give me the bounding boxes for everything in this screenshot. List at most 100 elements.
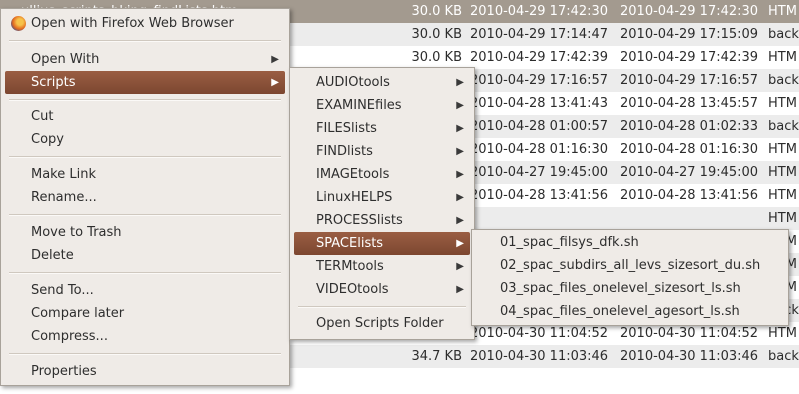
menu-properties[interactable]: Properties bbox=[5, 360, 285, 383]
firefox-icon bbox=[11, 16, 26, 31]
file-accessed: 2010-04-28 01:16:30 bbox=[620, 142, 759, 157]
spacelists-submenu: 01_spac_filsys_dfk.sh 02_spac_subdirs_al… bbox=[471, 229, 789, 326]
menu-findlists[interactable]: FINDlists ▶ bbox=[294, 140, 470, 163]
submenu-arrow-icon: ▶ bbox=[456, 146, 464, 157]
file-type: HTM bbox=[768, 4, 797, 19]
file-type: HTM bbox=[768, 96, 797, 111]
menu-fileslists[interactable]: FILESlists ▶ bbox=[294, 117, 470, 140]
file-modified: 2010-04-28 13:41:43 bbox=[470, 96, 609, 111]
menu-script-04[interactable]: 04_spac_files_onelevel_agesort_ls.sh bbox=[476, 300, 784, 323]
file-accessed: 2010-04-28 01:02:33 bbox=[620, 119, 759, 134]
file-size: 30.0 KB bbox=[411, 27, 462, 42]
file-type: HTM bbox=[768, 211, 797, 226]
menu-separator bbox=[9, 99, 281, 101]
file-accessed: 2010-04-29 17:42:30 bbox=[620, 4, 759, 19]
menu-label: IMAGEtools bbox=[316, 167, 390, 182]
menu-rename[interactable]: Rename... bbox=[5, 186, 285, 209]
submenu-arrow-icon: ▶ bbox=[456, 100, 464, 111]
submenu-arrow-icon: ▶ bbox=[456, 77, 464, 88]
menu-separator bbox=[9, 272, 281, 274]
menu-delete[interactable]: Delete bbox=[5, 244, 285, 267]
file-size: 34.7 KB bbox=[411, 349, 462, 364]
context-menu: Open with Firefox Web Browser Open With … bbox=[0, 8, 290, 386]
menu-label: Delete bbox=[31, 248, 74, 263]
file-type: back bbox=[768, 27, 799, 42]
submenu-arrow-icon: ▶ bbox=[456, 169, 464, 180]
file-accessed bbox=[620, 207, 765, 230]
file-modified: 2010-04-27 19:45:00 bbox=[470, 165, 609, 180]
file-modified: 2010-04-30 11:03:46 bbox=[470, 349, 609, 364]
file-accessed: 2010-04-29 17:15:09 bbox=[620, 27, 759, 42]
submenu-arrow-icon: ▶ bbox=[456, 261, 464, 272]
menu-make-link[interactable]: Make Link bbox=[5, 163, 285, 186]
menu-label: Compare later bbox=[31, 306, 125, 321]
menu-label: PROCESSlists bbox=[316, 213, 403, 228]
menu-videotools[interactable]: VIDEOtools ▶ bbox=[294, 278, 470, 301]
menu-examinefiles[interactable]: EXAMINEfiles ▶ bbox=[294, 94, 470, 117]
menu-label: AUDIOtools bbox=[316, 75, 390, 90]
file-accessed: 2010-04-29 17:16:57 bbox=[620, 73, 759, 88]
file-modified bbox=[470, 207, 615, 230]
menu-label: TERMtools bbox=[316, 259, 384, 274]
file-accessed: 2010-04-28 13:41:56 bbox=[620, 188, 759, 203]
menu-send-to[interactable]: Send To... bbox=[5, 279, 285, 302]
menu-move-to-trash[interactable]: Move to Trash bbox=[5, 221, 285, 244]
menu-open-with[interactable]: Open With ▶ bbox=[5, 48, 285, 71]
menu-label: Open with Firefox Web Browser bbox=[31, 16, 234, 31]
menu-label: Compress... bbox=[31, 329, 108, 344]
menu-open-with-firefox[interactable]: Open with Firefox Web Browser bbox=[5, 12, 285, 35]
file-accessed: 2010-04-27 19:45:00 bbox=[620, 165, 759, 180]
file-type: HTM bbox=[768, 165, 797, 180]
submenu-arrow-icon: ▶ bbox=[271, 77, 279, 88]
menu-separator bbox=[9, 214, 281, 216]
menu-label: LinuxHELPS bbox=[316, 190, 393, 205]
menu-separator bbox=[9, 353, 281, 355]
menu-compare-later[interactable]: Compare later bbox=[5, 302, 285, 325]
file-size: 30.0 KB bbox=[411, 4, 462, 19]
menu-open-scripts-folder[interactable]: Open Scripts Folder bbox=[294, 312, 470, 335]
menu-label: SPACElists bbox=[316, 236, 384, 251]
file-type: HTM bbox=[768, 142, 797, 157]
menu-linuxhelps[interactable]: LinuxHELPS ▶ bbox=[294, 186, 470, 209]
menu-script-02[interactable]: 02_spac_subdirs_all_levs_sizesort_du.sh bbox=[476, 254, 784, 277]
menu-termtools[interactable]: TERMtools ▶ bbox=[294, 255, 470, 278]
menu-script-03[interactable]: 03_spac_files_onelevel_sizesort_ls.sh bbox=[476, 277, 784, 300]
menu-spacelists[interactable]: SPACElists ▶ bbox=[294, 232, 470, 255]
menu-label: FILESlists bbox=[316, 121, 377, 136]
scripts-submenu: AUDIOtools ▶ EXAMINEfiles ▶ FILESlists ▶… bbox=[289, 67, 475, 340]
submenu-arrow-icon: ▶ bbox=[456, 238, 464, 249]
menu-label: Open Scripts Folder bbox=[316, 316, 444, 331]
file-modified: 2010-04-28 01:16:30 bbox=[470, 142, 609, 157]
file-type: back bbox=[768, 349, 799, 364]
file-modified: 2010-04-29 17:42:30 bbox=[470, 4, 609, 19]
menu-label: Scripts bbox=[31, 75, 76, 90]
file-size: 30.0 KB bbox=[411, 50, 462, 65]
menu-scripts[interactable]: Scripts ▶ bbox=[5, 71, 285, 94]
file-type: HTM bbox=[768, 188, 797, 203]
file-type: back bbox=[768, 73, 799, 88]
menu-copy[interactable]: Copy bbox=[5, 128, 285, 151]
menu-label: Rename... bbox=[31, 190, 97, 205]
menu-processlists[interactable]: PROCESSlists ▶ bbox=[294, 209, 470, 232]
file-accessed: 2010-04-28 13:45:57 bbox=[620, 96, 759, 111]
menu-compress[interactable]: Compress... bbox=[5, 325, 285, 348]
submenu-arrow-icon: ▶ bbox=[456, 192, 464, 203]
menu-label: VIDEOtools bbox=[316, 282, 389, 297]
menu-separator bbox=[9, 40, 281, 42]
menu-audiotools[interactable]: AUDIOtools ▶ bbox=[294, 71, 470, 94]
menu-script-01[interactable]: 01_spac_filsys_dfk.sh bbox=[476, 231, 784, 254]
menu-separator bbox=[9, 156, 281, 158]
file-modified: 2010-04-28 01:00:57 bbox=[470, 119, 609, 134]
submenu-arrow-icon: ▶ bbox=[456, 215, 464, 226]
menu-cut[interactable]: Cut bbox=[5, 105, 285, 128]
menu-label: Send To... bbox=[31, 283, 94, 298]
menu-imagetools[interactable]: IMAGEtools ▶ bbox=[294, 163, 470, 186]
file-type: back bbox=[768, 119, 799, 134]
menu-label: 02_spac_subdirs_all_levs_sizesort_du.sh bbox=[500, 258, 761, 273]
menu-label: Make Link bbox=[31, 167, 96, 182]
file-modified: 2010-04-29 17:14:47 bbox=[470, 27, 609, 42]
menu-label: EXAMINEfiles bbox=[316, 98, 402, 113]
menu-label: Copy bbox=[31, 132, 64, 147]
file-type: HTM bbox=[768, 50, 797, 65]
file-accessed: 2010-04-30 11:03:46 bbox=[620, 349, 759, 364]
